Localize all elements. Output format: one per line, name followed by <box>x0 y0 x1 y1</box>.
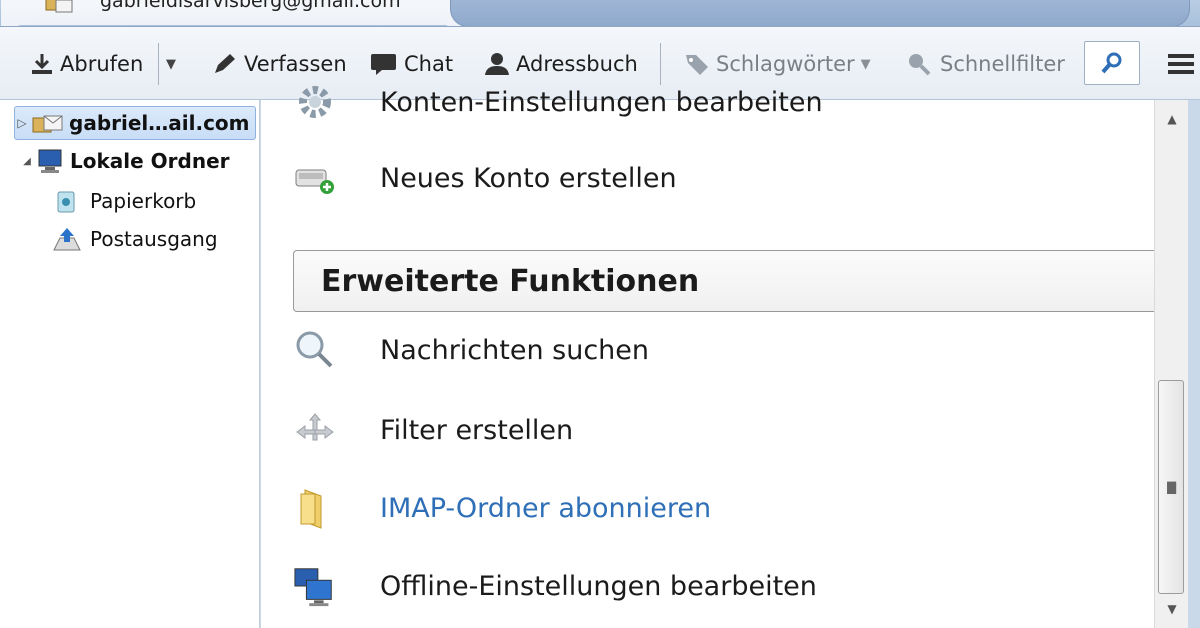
chevron-down-icon: ▼ <box>166 56 176 72</box>
title-bar: gabrieldisarvisberg@gmail.com <box>0 0 1200 27</box>
account-settings-link[interactable]: Konten-Einstellungen bearbeiten <box>261 72 1161 132</box>
scroll-down-button[interactable]: ▼ <box>1155 592 1189 626</box>
tab-title[interactable]: gabrieldisarvisberg@gmail.com <box>100 0 401 12</box>
search-messages-link[interactable]: Nachrichten suchen <box>261 320 1161 380</box>
tree-item-account[interactable]: ▷ gabriel…ail.com <box>14 106 256 140</box>
gear-icon <box>293 80 337 124</box>
scroll-up-button[interactable]: ▲ <box>1155 102 1189 136</box>
imap-subscribe-text[interactable]: IMAP-Ordner abonnieren <box>380 493 711 524</box>
outbox-icon <box>53 228 81 251</box>
new-account-text: Neues Konto erstellen <box>380 162 677 194</box>
local-folders-label: Lokale Ordner <box>70 149 230 173</box>
create-filter-text: Filter erstellen <box>380 414 574 446</box>
toolbar-separator <box>158 43 159 85</box>
scroll-thumb[interactable]: ▬ ▬ ▬ <box>1158 380 1184 594</box>
twisty-collapsed-icon[interactable]: ▷ <box>15 116 29 130</box>
vertical-scrollbar[interactable]: ▲ ▬ ▬ ▬ ▼ <box>1154 100 1188 628</box>
download-icon <box>32 54 52 74</box>
grip-icon: ▬ ▬ ▬ <box>1166 476 1178 498</box>
get-mail-dropdown[interactable]: ▼ <box>166 49 176 79</box>
computer-icon <box>38 149 62 173</box>
folder-pane: ▷ gabriel…ail.com ◢ Lokale Ordner Papier… <box>0 100 260 628</box>
mail-account-icon <box>44 0 74 19</box>
account-settings-text: Konten-Einstellungen bearbeiten <box>380 86 823 118</box>
account-name: gabriel…ail.com <box>69 111 250 135</box>
tree-item-outbox[interactable]: Postausgang <box>52 222 218 256</box>
offline-settings-text: Offline-Einstellungen bearbeiten <box>380 570 817 602</box>
trash-icon <box>57 191 75 213</box>
get-mail-button[interactable]: Abrufen <box>30 49 143 79</box>
mail-account-icon <box>32 115 63 133</box>
twisty-expanded-icon[interactable]: ◢ <box>20 156 34 167</box>
filter-arrows-icon <box>293 408 337 452</box>
app-menu-button[interactable] <box>1166 49 1196 79</box>
offline-settings-link[interactable]: Offline-Einstellungen bearbeiten <box>261 556 1161 616</box>
tree-item-local-folders[interactable]: ◢ Lokale Ordner <box>20 144 230 178</box>
pencil-icon <box>215 54 235 73</box>
folder-icon <box>293 486 337 530</box>
tree-item-trash[interactable]: Papierkorb <box>52 184 196 218</box>
advanced-features-header: Erweiterte Funktionen <box>293 250 1161 312</box>
outbox-label: Postausgang <box>90 227 218 251</box>
tab-strip <box>450 0 1190 27</box>
get-mail-label: Abrufen <box>60 52 144 76</box>
new-account-link[interactable]: Neues Konto erstellen <box>261 148 1161 208</box>
magnifier-icon <box>293 328 337 372</box>
create-filter-link[interactable]: Filter erstellen <box>261 400 1161 460</box>
chevron-down-icon: ▼ <box>860 56 871 72</box>
advanced-features-title: Erweiterte Funktionen <box>321 263 700 299</box>
computers-icon <box>293 564 337 608</box>
account-central-pane: Konten-Einstellungen bearbeiten Neues Ko… <box>261 86 1161 628</box>
imap-subscribe-link[interactable]: IMAP-Ordner abonnieren <box>261 478 1161 538</box>
new-account-icon <box>293 156 337 200</box>
window-frame <box>1188 100 1200 628</box>
search-messages-text: Nachrichten suchen <box>380 334 650 366</box>
hamburger-menu-icon <box>1168 54 1194 74</box>
trash-label: Papierkorb <box>90 189 197 213</box>
